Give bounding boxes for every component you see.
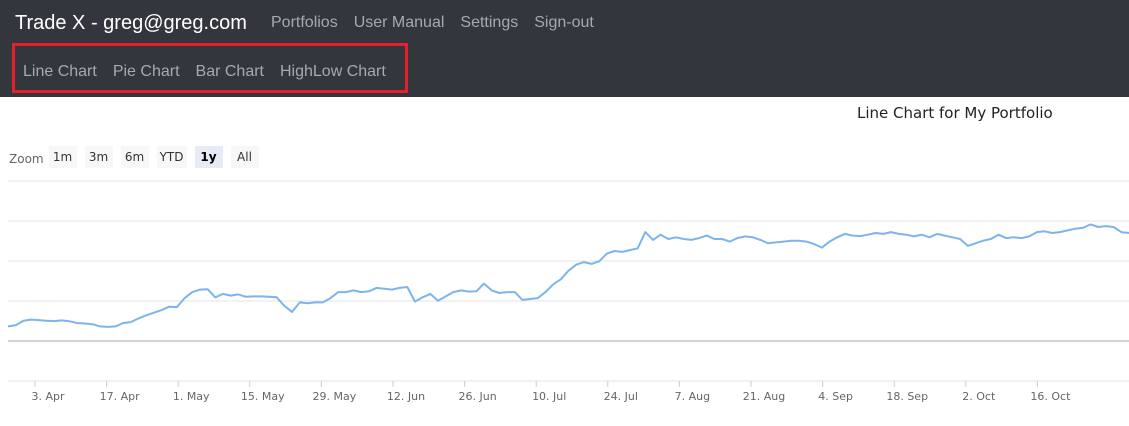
zoom-3m-button[interactable]: 3m xyxy=(84,146,113,168)
nav-line-chart[interactable]: Line Chart xyxy=(23,61,97,83)
x-tick-label: 2. Oct xyxy=(962,390,996,403)
chart-type-nav: Line Chart Pie Chart Bar Chart HighLow C… xyxy=(23,61,402,83)
nav-user-manual[interactable]: User Manual xyxy=(354,12,445,34)
x-tick-label: 7. Aug xyxy=(675,390,710,403)
zoom-label: Zoom xyxy=(9,151,44,166)
x-tick-label: 26. Jun xyxy=(459,390,497,403)
x-tick-label: 15. May xyxy=(241,390,285,403)
line-chart[interactable]: 3. Apr 17. Apr 1. May 15. May 29. May 12. Jun… xyxy=(0,170,1129,426)
nav-sign-out[interactable]: Sign-out xyxy=(534,12,594,34)
portfolio-series-line[interactable] xyxy=(7,223,1129,328)
chart-title: Line Chart for My Portfolio xyxy=(857,104,1053,122)
nav-portfolios[interactable]: Portfolios xyxy=(271,12,338,34)
x-axis: 3. Apr 17. Apr 1. May 15. May 29. May 12. Jun… xyxy=(31,381,1071,403)
nav-bar-chart[interactable]: Bar Chart xyxy=(196,61,264,83)
x-tick-label: 1. May xyxy=(173,390,210,403)
x-tick-label: 17. Apr xyxy=(100,390,140,403)
nav-pie-chart[interactable]: Pie Chart xyxy=(113,61,180,83)
x-tick-label: 18. Sep xyxy=(886,390,928,403)
x-tick-label: 10. Jul xyxy=(532,390,566,403)
x-tick-label: 24. Jul xyxy=(604,390,638,403)
zoom-all-button[interactable]: All xyxy=(230,146,259,168)
zoom-6m-button[interactable]: 6m xyxy=(120,146,149,168)
x-tick-label: 21. Aug xyxy=(743,390,785,403)
nav-highlow-chart[interactable]: HighLow Chart xyxy=(280,61,386,83)
zoom-1y-button[interactable]: 1y xyxy=(194,146,223,168)
nav-settings[interactable]: Settings xyxy=(460,12,518,34)
brand-title[interactable]: Trade X - greg@greg.com xyxy=(15,10,247,36)
x-tick-label: 12. Jun xyxy=(387,390,425,403)
chart-series xyxy=(7,223,1129,328)
x-tick-label: 3. Apr xyxy=(31,390,64,403)
zoom-selector: Zoom 1m 3m 6m YTD 1y All xyxy=(9,146,267,168)
chart-grid xyxy=(8,180,1129,382)
x-tick-label: 29. May xyxy=(313,390,357,403)
top-navbar: Trade X - greg@greg.com Portfolios User … xyxy=(0,0,1129,97)
zoom-1m-button[interactable]: 1m xyxy=(48,146,77,168)
main-nav: Portfolios User Manual Settings Sign-out xyxy=(271,12,610,34)
zoom-ytd-button[interactable]: YTD xyxy=(156,146,187,168)
x-tick-label: 4. Sep xyxy=(818,390,853,403)
x-tick-label: 16. Oct xyxy=(1030,390,1071,403)
